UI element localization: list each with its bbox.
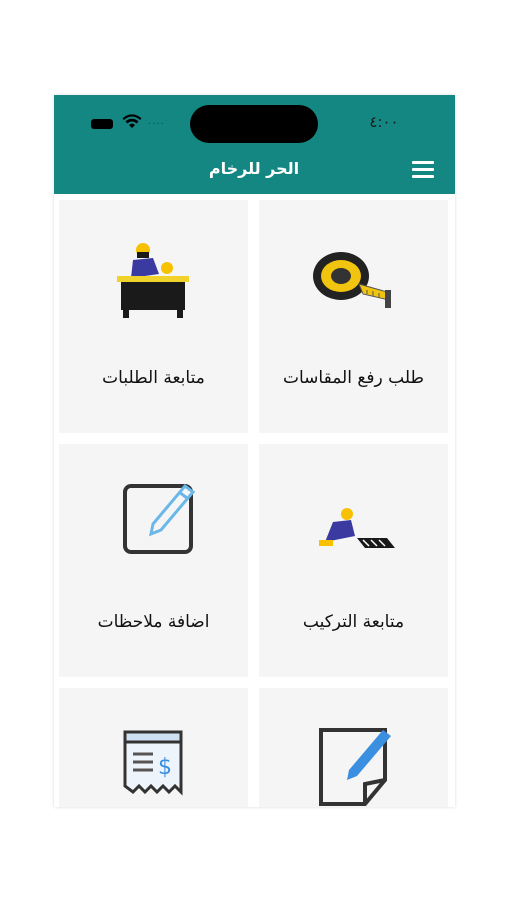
- card-label: طلب رفع المقاسات: [283, 368, 424, 388]
- app-header: .... ٤:٠٠ الحر للرخام: [54, 95, 455, 194]
- card-invoice[interactable]: $: [59, 688, 248, 807]
- hamburger-menu-icon[interactable]: [412, 161, 434, 179]
- card-label: متابعة الطلبات: [102, 368, 205, 388]
- tile-worker-icon: [319, 508, 395, 548]
- signal-indicator: ....: [148, 116, 165, 127]
- svg-text:$: $: [158, 755, 172, 780]
- wifi-icon: [122, 114, 142, 128]
- edit-note-icon: [123, 483, 196, 554]
- card-track-installation[interactable]: متابعة التركيب: [259, 444, 448, 677]
- battery-icon: [91, 119, 113, 129]
- card-track-orders[interactable]: متابعة الطلبات: [59, 200, 248, 433]
- tape-measure-icon: [313, 252, 391, 308]
- card-request-measurements[interactable]: طلب رفع المقاسات: [259, 200, 448, 433]
- card-label: اضافة ملاحظات: [97, 612, 210, 632]
- page-title: الحر للرخام: [208, 159, 300, 178]
- invoice-icon: $: [123, 730, 183, 796]
- menu-grid: طلب رفع المقاسات متابعة الطلبات متابعة ا…: [54, 194, 455, 807]
- card-add-notes[interactable]: اضافة ملاحظات: [59, 444, 248, 677]
- phone-screen: .... ٤:٠٠ الحر للرخام طلب رفع المقاسات م…: [54, 95, 455, 807]
- worker-desk-icon: [117, 243, 189, 318]
- edit-document-icon: [319, 728, 391, 806]
- card-edit-document[interactable]: [259, 688, 448, 807]
- status-time: ٤:٠٠: [369, 113, 399, 131]
- dynamic-island: [190, 105, 318, 143]
- card-label: متابعة التركيب: [302, 612, 405, 632]
